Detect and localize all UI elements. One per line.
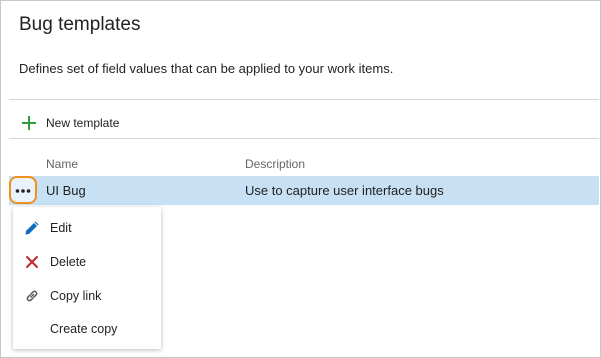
link-icon — [24, 288, 40, 304]
page-description: Defines set of field values that can be … — [19, 61, 394, 76]
menu-item-edit[interactable]: Edit — [13, 211, 161, 244]
page-title: Bug templates — [19, 14, 141, 35]
ellipsis-icon — [15, 181, 31, 199]
bug-templates-panel: Bug templates Defines set of field value… — [0, 0, 601, 358]
row-name-cell: UI Bug — [46, 183, 86, 198]
menu-item-label: Delete — [50, 254, 87, 269]
menu-item-copy-link[interactable]: Copy link — [13, 279, 161, 312]
divider — [9, 99, 599, 100]
new-template-button[interactable]: New template — [21, 113, 119, 133]
menu-item-label: Copy link — [50, 288, 102, 303]
column-header-description[interactable]: Description — [245, 157, 305, 171]
menu-item-label: Create copy — [50, 321, 118, 336]
x-icon — [24, 254, 40, 270]
menu-item-label: Edit — [50, 220, 72, 235]
row-description-cell: Use to capture user interface bugs — [245, 183, 444, 198]
new-template-label: New template — [46, 116, 120, 130]
divider — [9, 138, 599, 139]
menu-item-create-copy[interactable]: Create copy — [13, 312, 161, 345]
blank-icon — [24, 321, 40, 337]
context-menu: Edit Delete Copy link Create copy — [13, 207, 161, 349]
column-header-name[interactable]: Name — [46, 157, 78, 171]
plus-icon — [21, 115, 37, 131]
menu-item-delete[interactable]: Delete — [13, 245, 161, 278]
more-actions-button[interactable] — [9, 176, 37, 204]
pencil-icon — [24, 220, 40, 236]
table-row[interactable]: UI Bug Use to capture user interface bug… — [9, 176, 599, 205]
